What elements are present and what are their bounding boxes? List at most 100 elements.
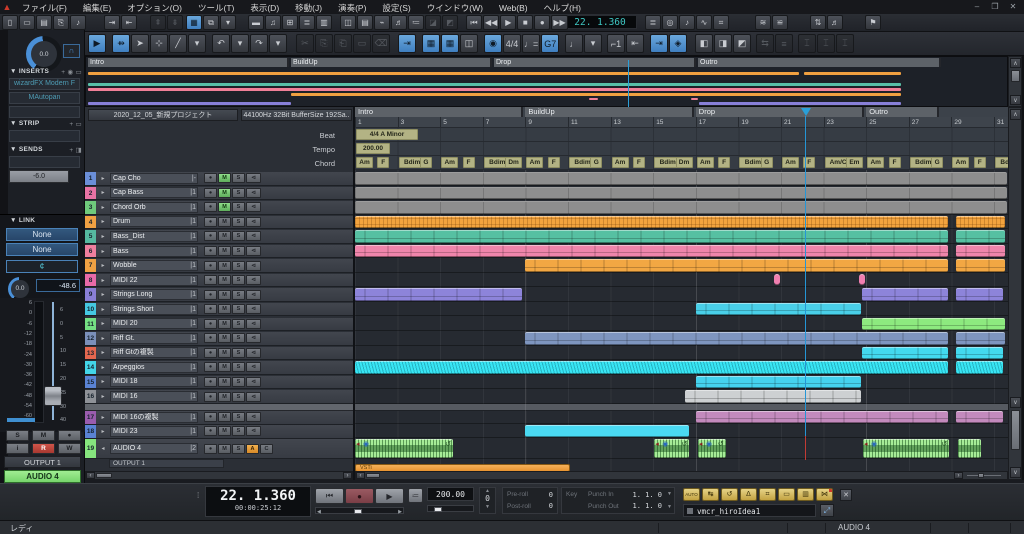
link-header[interactable]: ▼ LINK [10, 217, 82, 224]
track-mute-button[interactable]: M [218, 348, 231, 358]
track-expand-icon[interactable]: ▸ [96, 218, 110, 225]
toolbar-button[interactable]: ▦ [186, 15, 202, 30]
toolbar-button[interactable]: ▾ [231, 34, 249, 53]
toolbar-button[interactable]: ⇥ [650, 34, 668, 53]
strip-slot-empty[interactable] [9, 130, 80, 142]
toolbar-button[interactable]: ▾ [584, 34, 602, 53]
track-monitor-icon[interactable]: ⊲ [246, 188, 261, 198]
toolbar-button[interactable]: ⌫ [372, 34, 390, 53]
track-name-field[interactable]: Bass|1 [110, 246, 198, 257]
loop-button-4[interactable]: ⌗ [759, 488, 776, 501]
track-row[interactable]: 17▸MIDI 16の複製|1●MS⊲ [85, 411, 353, 425]
toolbar-button[interactable]: ▾ [220, 15, 236, 30]
scroll-left-icon[interactable]: ‹ [356, 472, 365, 479]
track-record-button[interactable]: ● [204, 188, 217, 198]
track-record-button[interactable]: ● [204, 444, 217, 454]
inspector-record-button[interactable]: ● [58, 430, 81, 441]
chord-badge[interactable]: Bdim [995, 157, 1008, 168]
track-expand-icon[interactable]: ▸ [96, 364, 110, 371]
track-row[interactable]: 1▸Cap Cho|-●MS⊲ [85, 172, 353, 186]
clip[interactable] [525, 332, 948, 345]
tempo-slider[interactable] [427, 505, 474, 512]
transport-menu-button[interactable]: ≔ [408, 488, 423, 503]
tempo-display[interactable]: 200.00 [427, 487, 474, 501]
track-monitor-icon[interactable]: ⊲ [246, 173, 261, 183]
track-mute-button[interactable]: M [218, 246, 231, 256]
toolbar-button[interactable]: ♩= [522, 34, 540, 53]
clip[interactable] [355, 288, 522, 301]
close-button[interactable]: ✕ [1008, 2, 1018, 12]
chord-badge[interactable]: Dm [676, 157, 693, 168]
gain-knob[interactable]: 0.0 [26, 36, 62, 72]
toolbar-button[interactable]: ⇥ [398, 34, 416, 53]
chord-badge[interactable]: Am [526, 157, 543, 168]
track-solo-button[interactable]: S [232, 362, 245, 372]
track-solo-button[interactable]: S [232, 188, 245, 198]
punch-in-dropdown-icon[interactable]: ▼ [667, 491, 672, 497]
inspector-solo-button[interactable]: S [6, 430, 29, 441]
track-record-button[interactable]: ● [204, 304, 217, 314]
loop-button-1[interactable]: ↹ [702, 488, 719, 501]
toolbar-button[interactable]: ◀◀ [483, 15, 499, 30]
track-name-field[interactable]: AUDIO 4|2 [110, 443, 198, 454]
chord-badge[interactable]: G [590, 157, 602, 168]
toolbar-button[interactable]: ≋ [755, 15, 771, 30]
audio-clip[interactable]: ↺◉◂ [863, 439, 949, 458]
chord-badge[interactable]: F [377, 157, 389, 168]
tempo-lane[interactable]: 200.00 [355, 142, 1008, 156]
scroll-handle[interactable] [96, 473, 112, 478]
chord-badge[interactable]: G [931, 157, 943, 168]
toolbar-button[interactable]: ⌐1 [607, 34, 625, 53]
track-solo-button[interactable]: S [232, 202, 245, 212]
toolbar-button[interactable]: ⎗ [334, 34, 352, 53]
toolbar-button[interactable]: ♩ [565, 34, 583, 53]
track-name-field[interactable]: Riff Gt.|1 [110, 333, 198, 344]
clip[interactable] [355, 187, 1007, 200]
track-record-button[interactable]: ● [204, 246, 217, 256]
punch-in-value[interactable]: 1. 1. 0 [632, 491, 662, 499]
trackpanel-hscrollbar[interactable]: ‹ › [85, 471, 353, 480]
track-expand-icon[interactable]: ▸ [96, 233, 110, 240]
toolbar-button[interactable]: G7 [541, 34, 559, 53]
track-record-button[interactable]: ● [204, 412, 217, 422]
track-monitor-icon[interactable]: ⊲ [246, 319, 261, 329]
track-expand-icon[interactable]: ◂ [96, 445, 110, 452]
track-monitor-icon[interactable]: ⊲ [246, 377, 261, 387]
track-solo-button[interactable]: S [232, 304, 245, 314]
sends-header[interactable]: ▼ SENDS+ ◨ [10, 146, 82, 154]
loop-button-7[interactable]: ⋈ [816, 488, 833, 501]
toolbar-button[interactable]: ∿ [696, 15, 712, 30]
chord-badge[interactable]: F [633, 157, 645, 168]
menu-j[interactable]: 移動(J) [287, 3, 330, 13]
clip[interactable] [355, 201, 1007, 214]
track-mute-button[interactable]: M [218, 261, 231, 271]
inspector-write-button[interactable]: W [58, 443, 81, 454]
toolbar-button[interactable]: ▭ [353, 34, 371, 53]
toolbar-button[interactable]: ↶ [212, 34, 230, 53]
expand-button[interactable]: ⤢ [820, 504, 834, 517]
overview-section-outro[interactable]: Outro [698, 58, 941, 67]
toolbar-button[interactable]: ▥ [316, 15, 332, 30]
chord-lane[interactable]: AmFBdimGAmFBdimDmAmFBdimGAmFBdimDmAmFBdi… [355, 156, 1008, 170]
toolbar-button[interactable]: ⇞ [150, 15, 166, 30]
track-solo-button[interactable]: S [232, 246, 245, 256]
track-record-button[interactable]: ● [204, 348, 217, 358]
toolbar-button[interactable]: ⇆ [756, 34, 774, 53]
clip[interactable] [956, 347, 1003, 360]
project-name-button[interactable]: 2020_12_05_新規プロジェクト [88, 109, 238, 121]
ruler-section-intro[interactable]: Intro [355, 107, 523, 117]
track-record-button[interactable]: ● [204, 231, 217, 241]
toolbar-button[interactable]: ◈ [669, 34, 687, 53]
clip[interactable] [956, 216, 1005, 229]
loop-button-6[interactable]: ▥ [797, 488, 814, 501]
track-monitor-icon[interactable]: ⊲ [246, 412, 261, 422]
track-mute-button[interactable]: M [218, 290, 231, 300]
beat-lane[interactable]: 4/4 A Minor [355, 128, 1008, 142]
strip-header[interactable]: ▼ STRIP+ ▭ [10, 120, 82, 128]
track-solo-button[interactable]: S [232, 426, 245, 436]
toolbar-button[interactable]: ≣ [645, 15, 661, 30]
track-record-button[interactable]: ● [204, 261, 217, 271]
track-monitor-icon[interactable]: ⊲ [246, 333, 261, 343]
minimize-button[interactable]: – [972, 2, 982, 12]
toolbar-button[interactable]: ≌ [772, 15, 788, 30]
